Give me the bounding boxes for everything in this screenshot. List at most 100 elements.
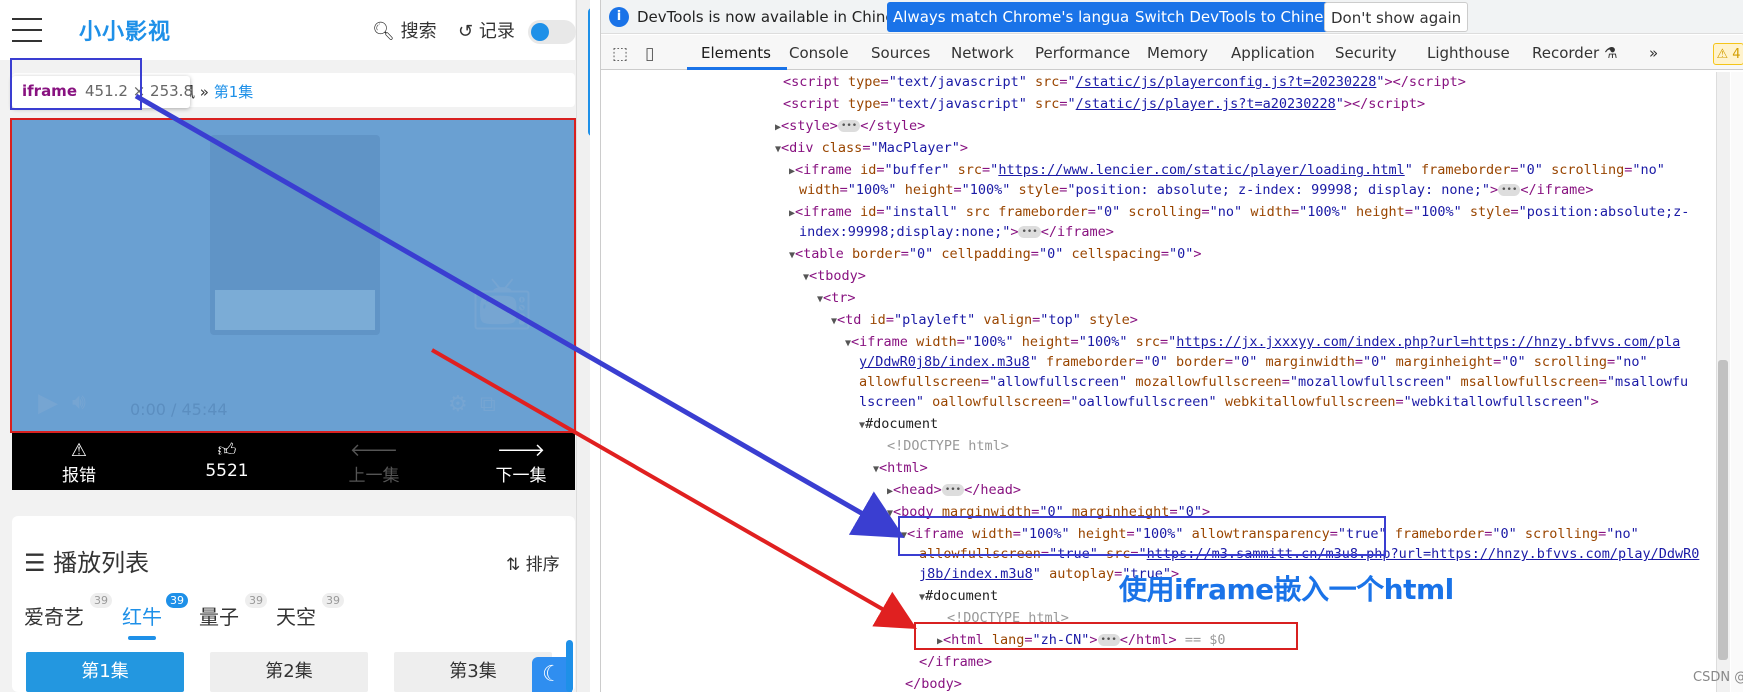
tab-recorder[interactable]: Recorder ⚗: [1532, 44, 1617, 62]
episode-button-2[interactable]: 第2集: [210, 652, 368, 692]
dom-node[interactable]: </iframe>: [919, 652, 992, 672]
player-action-bar: ⚠ 报错 👍︎ 5521 🡐 上一集 🡒 下一集: [12, 433, 575, 490]
dom-node[interactable]: </body>: [905, 674, 962, 692]
switch-chinese-button[interactable]: Switch DevTools to Chinese: [1129, 2, 1347, 32]
history-icon: ↺: [458, 21, 474, 42]
flask-icon: ⚗: [1604, 44, 1618, 62]
warning-icon: ⚠: [70, 440, 88, 461]
annotation-text: 使用iframe嵌入一个html: [1119, 573, 1454, 606]
settings-icon[interactable]: ⚙: [448, 392, 468, 417]
info-message: DevTools is now available in Chinese!: [637, 8, 918, 26]
site-logo[interactable]: 小小影视: [79, 14, 171, 46]
info-icon: i: [609, 7, 629, 27]
dom-node[interactable]: ▼#document: [859, 414, 938, 436]
tab-recorder-label: Recorder: [1532, 44, 1600, 62]
inspect-element-icon[interactable]: ⬚: [612, 44, 628, 64]
dom-node[interactable]: ▼<html>: [873, 458, 928, 480]
list-icon: ☰: [24, 549, 46, 577]
volume-icon[interactable]: 🔊︎: [72, 390, 86, 415]
source-tab-liangzi[interactable]: 量子: [199, 601, 239, 630]
dom-node[interactable]: <script type="text/javascript" src="/sta…: [783, 94, 1425, 114]
dom-node[interactable]: ▼<td id="playleft" valign="top" style>: [831, 310, 1138, 332]
dom-node[interactable]: ▶<iframe id="install" src frameborder="0…: [789, 202, 1689, 224]
tab-console[interactable]: Console: [789, 44, 849, 62]
playlist-scroll-thumb[interactable]: [566, 640, 573, 692]
source-count: 39: [90, 593, 112, 608]
devtools-infobar: i DevTools is now available in Chinese! …: [601, 0, 1743, 34]
source-tab-hongniu[interactable]: 红牛: [122, 601, 162, 630]
dom-node[interactable]: <!DOCTYPE html>: [887, 436, 1009, 456]
tab-memory[interactable]: Memory: [1147, 44, 1208, 62]
source-tab-tiankong[interactable]: 天空: [276, 601, 316, 630]
tab-lighthouse[interactable]: Lighthouse: [1427, 44, 1510, 62]
history-link[interactable]: ↺ 记录: [458, 17, 515, 43]
dom-node-selected[interactable]: ▶<html lang="zh-CN"> ••• </html> == $0: [937, 630, 1225, 652]
sort-button[interactable]: ⇅ 排序: [506, 550, 560, 575]
like-button[interactable]: 👍︎ 5521: [162, 433, 292, 490]
tab-security[interactable]: Security: [1335, 44, 1397, 62]
dom-node-cont: width="100%" height="100%" style="positi…: [799, 182, 1594, 198]
page-scroll-thumb[interactable]: [588, 8, 590, 136]
tab-elements[interactable]: Elements: [701, 44, 771, 62]
dom-node[interactable]: ▶<style> ••• </style>: [775, 116, 925, 138]
report-label: 报错: [62, 466, 96, 486]
dom-node[interactable]: <!DOCTYPE html>: [947, 608, 1069, 628]
prev-episode-button[interactable]: 🡐 上一集: [309, 433, 439, 490]
tooltip-size: 451.2 × 253.8: [85, 82, 193, 100]
dom-node[interactable]: ▶<head> ••• </head>: [887, 480, 1021, 502]
source-count: 39: [245, 593, 267, 608]
dom-node[interactable]: ▼<body marginwidth="0" marginheight="0">: [887, 502, 1210, 524]
match-language-button[interactable]: Always match Chrome's language: [887, 2, 1154, 32]
search-icon: 🔍︎: [372, 21, 395, 42]
dont-show-again-button[interactable]: Don't show again: [1324, 2, 1469, 32]
dom-node[interactable]: <script type="text/javascript" src="/sta…: [783, 72, 1466, 92]
episode-button-1[interactable]: 第1集: [26, 652, 184, 692]
dom-node-cont: allowfullscreen="true" src="https://m3.s…: [919, 546, 1700, 562]
dom-node[interactable]: ▼<table border="0" cellpadding="0" cells…: [789, 244, 1202, 266]
site-header: 小小影视 🔍︎ 搜索 ↺ 记录: [0, 0, 576, 60]
warning-count: 4: [1732, 47, 1741, 62]
dom-node-cont: allowfullscreen="allowfullscreen" mozall…: [859, 374, 1689, 390]
sort-icon: ⇅: [506, 555, 521, 575]
arrow-right-icon: 🡒: [496, 440, 546, 461]
menu-icon[interactable]: [12, 18, 42, 44]
tree-scroll-thumb[interactable]: [1718, 360, 1728, 660]
tab-sources[interactable]: Sources: [871, 44, 930, 62]
dom-node[interactable]: ▼<iframe width="100%" height="100%" allo…: [901, 524, 1639, 546]
device-toolbar-icon[interactable]: ▯: [645, 44, 654, 64]
search-link[interactable]: 🔍︎ 搜索: [372, 17, 437, 43]
video-time: 0:00 / 45:44: [130, 400, 228, 419]
tab-application[interactable]: Application: [1231, 44, 1315, 62]
prev-label: 上一集: [348, 466, 400, 486]
next-episode-button[interactable]: 🡒 下一集: [456, 433, 586, 490]
dom-node[interactable]: ▼#document: [919, 586, 998, 608]
episode-button-3[interactable]: 第3集: [394, 652, 552, 692]
play-icon[interactable]: ▶: [38, 388, 58, 418]
tab-network[interactable]: Network: [951, 44, 1014, 62]
dom-node-cont: y/DdwR0j8b/index.m3u8" frameborder="0" b…: [859, 354, 1648, 370]
dom-node-cont: lscreen" oallowfullscreen="oallowfullscr…: [859, 394, 1599, 410]
qr-caption: [215, 290, 375, 330]
warning-count-badge[interactable]: ⚠ 4: [1713, 43, 1743, 65]
report-button[interactable]: ⚠ 报错: [14, 433, 144, 490]
breadcrumb-current[interactable]: 第1集: [214, 83, 254, 101]
pip-icon[interactable]: ⧉: [480, 392, 496, 417]
dom-node[interactable]: ▼<div class="MacPlayer">: [775, 138, 968, 160]
dom-node[interactable]: ▼<tbody>: [803, 266, 866, 288]
tab-performance[interactable]: Performance: [1035, 44, 1130, 62]
mobile-site-panel: 小小影视 🔍︎ 搜索 ↺ 记录 风 » 第1集 ▶ 🔊︎ 0:00 / 45:4…: [0, 0, 590, 692]
styles-pane-edge: [1731, 72, 1743, 692]
dom-node[interactable]: ▼<iframe width="100%" height="100%" src=…: [845, 332, 1680, 354]
dom-node[interactable]: ▼<tr>: [817, 288, 856, 310]
more-tabs-icon[interactable]: »: [1649, 44, 1658, 62]
source-tab-underline: [128, 636, 156, 640]
source-tab-iqiyi[interactable]: 爱奇艺: [24, 601, 84, 630]
watermark: CSDN @阿宁呀: [1693, 670, 1743, 685]
dom-node[interactable]: ▶<iframe id="buffer" src="https://www.le…: [789, 160, 1665, 182]
theme-toggle[interactable]: [528, 20, 576, 44]
dom-node-cont: index:99998;display:none;"> ••• </iframe>: [799, 224, 1114, 240]
arrow-left-icon: 🡐: [349, 440, 399, 461]
like-count: 5521: [205, 461, 249, 481]
search-label: 搜索: [400, 21, 437, 42]
tv-icon: 📺︎: [470, 275, 534, 333]
